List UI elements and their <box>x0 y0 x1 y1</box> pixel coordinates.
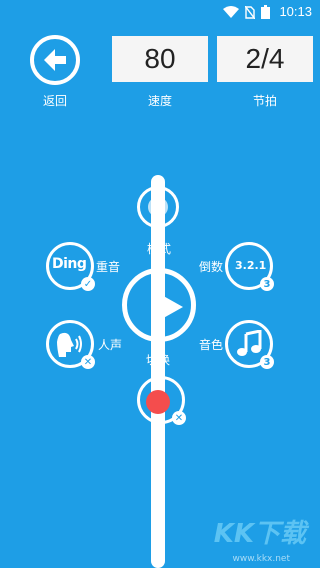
mode-label: 模式 <box>147 242 172 256</box>
slider-handle[interactable] <box>146 390 170 414</box>
status-time: 10:13 <box>279 4 312 19</box>
speed-value-box[interactable]: 80 <box>112 36 208 82</box>
voice-label: 人声 <box>98 338 123 352</box>
accent-button[interactable]: Ding ✓ <box>46 242 95 291</box>
speed-label: 速度 <box>148 94 173 108</box>
battery-icon <box>261 5 270 19</box>
wifi-icon <box>223 6 239 18</box>
status-bar: 10:13 <box>0 0 320 24</box>
beat-label: 节拍 <box>253 94 278 108</box>
slider-track[interactable] <box>151 175 165 568</box>
watermark-url: www.kkx.net <box>232 554 291 564</box>
play-button[interactable] <box>122 268 196 342</box>
mode-icon <box>148 197 168 217</box>
switch-label: 切换 <box>146 353 171 367</box>
countdown-icon: 3.2.1 <box>235 259 267 272</box>
countdown-label: 倒数 <box>199 260 224 274</box>
status-icons <box>223 5 270 19</box>
close-badge-icon: ✕ <box>81 355 95 369</box>
check-badge-icon: ✓ <box>81 277 95 291</box>
tone-label: 音色 <box>199 338 224 352</box>
watermark: KK下载 <box>213 519 306 549</box>
mode-button[interactable] <box>137 186 179 228</box>
beat-value-box[interactable]: 2/4 <box>217 36 313 82</box>
countdown-badge: 3 <box>260 277 274 291</box>
ding-icon: Ding <box>52 256 87 272</box>
tone-badge: 3 <box>260 355 274 369</box>
back-button[interactable] <box>30 35 80 85</box>
arrow-left-icon <box>44 49 66 71</box>
voice-button[interactable]: ✕ <box>46 320 95 369</box>
no-sim-icon <box>245 5 255 19</box>
tone-button[interactable]: 3 <box>225 320 274 369</box>
music-note-icon <box>237 330 262 356</box>
accent-label: 重音 <box>96 260 121 274</box>
play-icon <box>151 289 183 325</box>
countdown-button[interactable]: 3.2.1 3 <box>225 242 274 291</box>
back-label: 返回 <box>43 94 68 108</box>
voice-head-icon <box>57 332 82 357</box>
close-badge-icon: ✕ <box>172 411 186 425</box>
